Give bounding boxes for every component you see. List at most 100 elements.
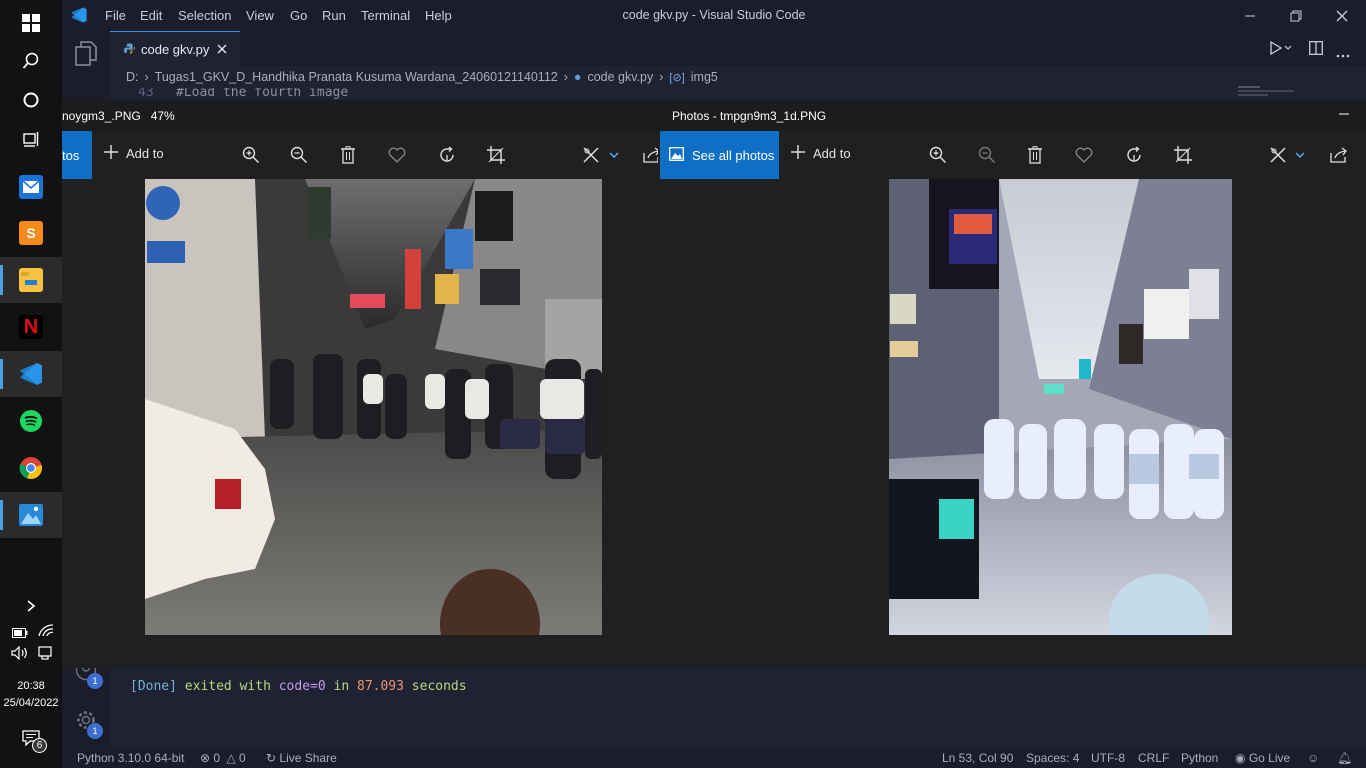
street-photo-original[interactable] — [145, 179, 602, 635]
code-editor[interactable]: 43 #Load the fourth image — [110, 88, 1366, 100]
chevron-down-icon[interactable] — [602, 143, 626, 167]
clock-time[interactable]: 20:38 — [0, 680, 62, 692]
chevron-down-icon[interactable] — [1288, 143, 1312, 167]
notifications-bell-icon[interactable]: 🔔︎ — [1337, 751, 1352, 765]
zoom-out-icon[interactable] — [975, 143, 999, 167]
add-to-button[interactable]: Add to — [104, 145, 164, 162]
menu-help[interactable]: Help — [425, 8, 452, 23]
editor-tab-strip: code gkv.py — [110, 31, 1366, 66]
sublime-text-icon[interactable]: S — [0, 210, 62, 256]
edit-tools-icon[interactable] — [579, 143, 603, 167]
terminal-output: [Done] exited with code=0 in 87.093 seco… — [130, 679, 467, 694]
menu-view[interactable]: View — [246, 8, 274, 23]
zoom-in-icon[interactable] — [926, 143, 950, 167]
terminal-panel[interactable]: [Done] exited with code=0 in 87.093 seco… — [110, 668, 1366, 748]
accounts-badge: 1 — [87, 673, 103, 689]
python-file-icon: ● — [573, 70, 582, 84]
python-interpreter-status[interactable]: Python 3.10.0 64-bit — [77, 751, 184, 765]
wifi-icon[interactable] — [38, 624, 54, 642]
encoding-status[interactable]: UTF-8 — [1091, 751, 1125, 765]
breadcrumb-file[interactable]: code gkv.py — [587, 70, 653, 84]
crop-icon[interactable] — [1171, 143, 1195, 167]
see-all-photos-label: tos — [62, 147, 80, 163]
feedback-icon[interactable]: ☺ — [1307, 751, 1319, 765]
settings-badge: 1 — [87, 723, 103, 739]
delete-icon[interactable] — [336, 143, 360, 167]
live-share-label: Live Share — [279, 751, 337, 765]
live-share-icon: ↻ — [266, 751, 277, 765]
minimize-icon[interactable] — [1338, 108, 1350, 123]
menu-file[interactable]: File — [105, 8, 126, 23]
clock-date[interactable]: 25/04/2022 — [0, 697, 62, 709]
tab-close-icon[interactable] — [217, 42, 227, 57]
favorite-heart-icon[interactable] — [1072, 143, 1096, 167]
vscode-icon[interactable] — [0, 351, 62, 397]
menu-run[interactable]: Run — [322, 8, 346, 23]
live-share-status[interactable]: ↻ Live Share — [266, 751, 337, 765]
favorite-heart-icon[interactable] — [385, 143, 409, 167]
menu-edit[interactable]: Edit — [140, 8, 162, 23]
problems-status[interactable]: ⊗ 0 △ 0 — [200, 751, 246, 765]
photos-left-toolbar: tos Add to — [62, 131, 660, 179]
chrome-icon[interactable] — [0, 445, 62, 491]
restore-icon[interactable] — [1276, 4, 1316, 28]
volume-icon[interactable] — [11, 645, 29, 665]
windows-taskbar: S N 20:38 25/04/2022 6 — [0, 0, 62, 768]
settings-gear-icon[interactable]: 1 — [75, 709, 103, 739]
minimap[interactable] — [1238, 84, 1294, 98]
task-view-icon[interactable] — [0, 116, 62, 162]
photos-left-zoom: 47% — [150, 108, 175, 123]
language-mode-status[interactable]: Python — [1181, 751, 1218, 765]
edit-tools-icon[interactable] — [1266, 143, 1290, 167]
spotify-icon[interactable] — [0, 398, 62, 444]
see-all-photos-button[interactable]: See all photos — [660, 131, 779, 179]
netflix-icon[interactable]: N — [0, 304, 62, 350]
photos-window-left: noygm3_.PNG 47% tos Add to — [62, 100, 660, 668]
indentation-status[interactable]: Spaces: 4 — [1026, 751, 1079, 765]
run-python-file-icon[interactable] — [1270, 40, 1292, 60]
go-live-status[interactable]: ◉ Go Live — [1235, 751, 1290, 765]
tab-label: code gkv.py — [141, 41, 210, 57]
menu-go[interactable]: Go — [290, 8, 307, 23]
breadcrumb-drive[interactable]: D: — [126, 70, 139, 84]
warning-icon: △ — [226, 751, 236, 765]
eol-status[interactable]: CRLF — [1138, 751, 1169, 765]
battery-icon[interactable] — [12, 625, 28, 643]
mail-icon[interactable] — [0, 164, 62, 210]
menu-terminal[interactable]: Terminal — [361, 8, 410, 23]
cursor-position-status[interactable]: Ln 53, Col 90 — [942, 751, 1013, 765]
rotate-icon[interactable] — [435, 143, 459, 167]
keyboard-language-icon[interactable] — [38, 646, 52, 665]
rotate-icon[interactable] — [1122, 143, 1146, 167]
minimize-icon[interactable] — [1230, 4, 1270, 28]
more-actions-icon[interactable] — [1336, 45, 1350, 63]
delete-icon[interactable] — [1023, 143, 1047, 167]
breadcrumb-folder[interactable]: Tugas1_GKV_D_Handhika Pranata Kusuma War… — [155, 70, 558, 84]
python-file-icon — [124, 42, 135, 57]
add-to-button[interactable]: Add to — [791, 145, 851, 162]
photo-gallery-icon — [669, 146, 684, 164]
chevron-right-icon: › — [659, 70, 664, 84]
notification-center-icon[interactable]: 6 — [22, 730, 47, 753]
crop-icon[interactable] — [484, 143, 508, 167]
zoom-out-icon[interactable] — [287, 143, 311, 167]
share-icon[interactable] — [1327, 143, 1351, 167]
photos-right-title: Photos - tmpgn9m3_1d.PNG — [672, 108, 827, 123]
breadcrumb-symbol[interactable]: img5 — [691, 70, 718, 84]
show-hidden-icons-chevron-icon[interactable] — [0, 583, 62, 629]
zoom-in-icon[interactable] — [239, 143, 263, 167]
add-to-label: Add to — [813, 146, 851, 161]
see-all-photos-button[interactable]: tos — [62, 131, 92, 179]
explorer-icon[interactable] — [74, 41, 98, 72]
file-explorer-icon[interactable] — [0, 257, 62, 303]
menu-selection[interactable]: Selection — [178, 8, 231, 23]
close-icon[interactable] — [1322, 4, 1362, 28]
terminal-done-tag: [Done] — [130, 679, 177, 694]
broadcast-icon: ◉ — [1235, 751, 1246, 765]
error-count: 0 — [213, 751, 221, 765]
tab-code-gkv-py[interactable]: code gkv.py — [110, 31, 240, 66]
photos-icon[interactable] — [0, 492, 62, 538]
street-photo-inverted[interactable] — [889, 179, 1232, 635]
chevron-right-icon: › — [563, 70, 568, 84]
split-editor-icon[interactable] — [1309, 41, 1323, 60]
